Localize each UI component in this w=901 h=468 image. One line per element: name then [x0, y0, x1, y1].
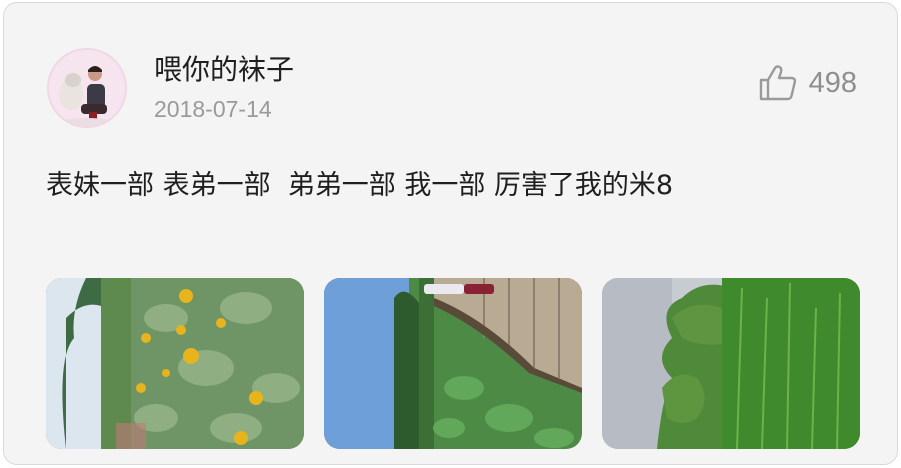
avatar-image [49, 50, 125, 126]
post-text: 表妹一部 表弟一部 弟弟一部 我一部 厉害了我的米8 [46, 170, 674, 201]
user-avatar[interactable] [47, 48, 127, 128]
photo-thumbnail-sunflowers[interactable] [46, 278, 304, 449]
post-card: 喂你的袜子 2018-07-14 498 表妹一部 表弟一部 弟弟一部 我一部 … [3, 2, 898, 465]
photo-grid [46, 278, 860, 449]
post-date: 2018-07-14 [154, 96, 272, 122]
sunflower-field-image [46, 278, 304, 449]
photo-thumbnail-boardwalk[interactable] [324, 278, 582, 449]
boardwalk-garden-image [324, 278, 582, 449]
trees-grass-image [602, 278, 860, 449]
thumbs-up-icon [759, 65, 797, 101]
username[interactable]: 喂你的袜子 [154, 51, 294, 89]
like-button[interactable]: 498 [759, 63, 857, 103]
like-count: 498 [808, 67, 857, 99]
photo-thumbnail-trees[interactable] [602, 278, 860, 449]
